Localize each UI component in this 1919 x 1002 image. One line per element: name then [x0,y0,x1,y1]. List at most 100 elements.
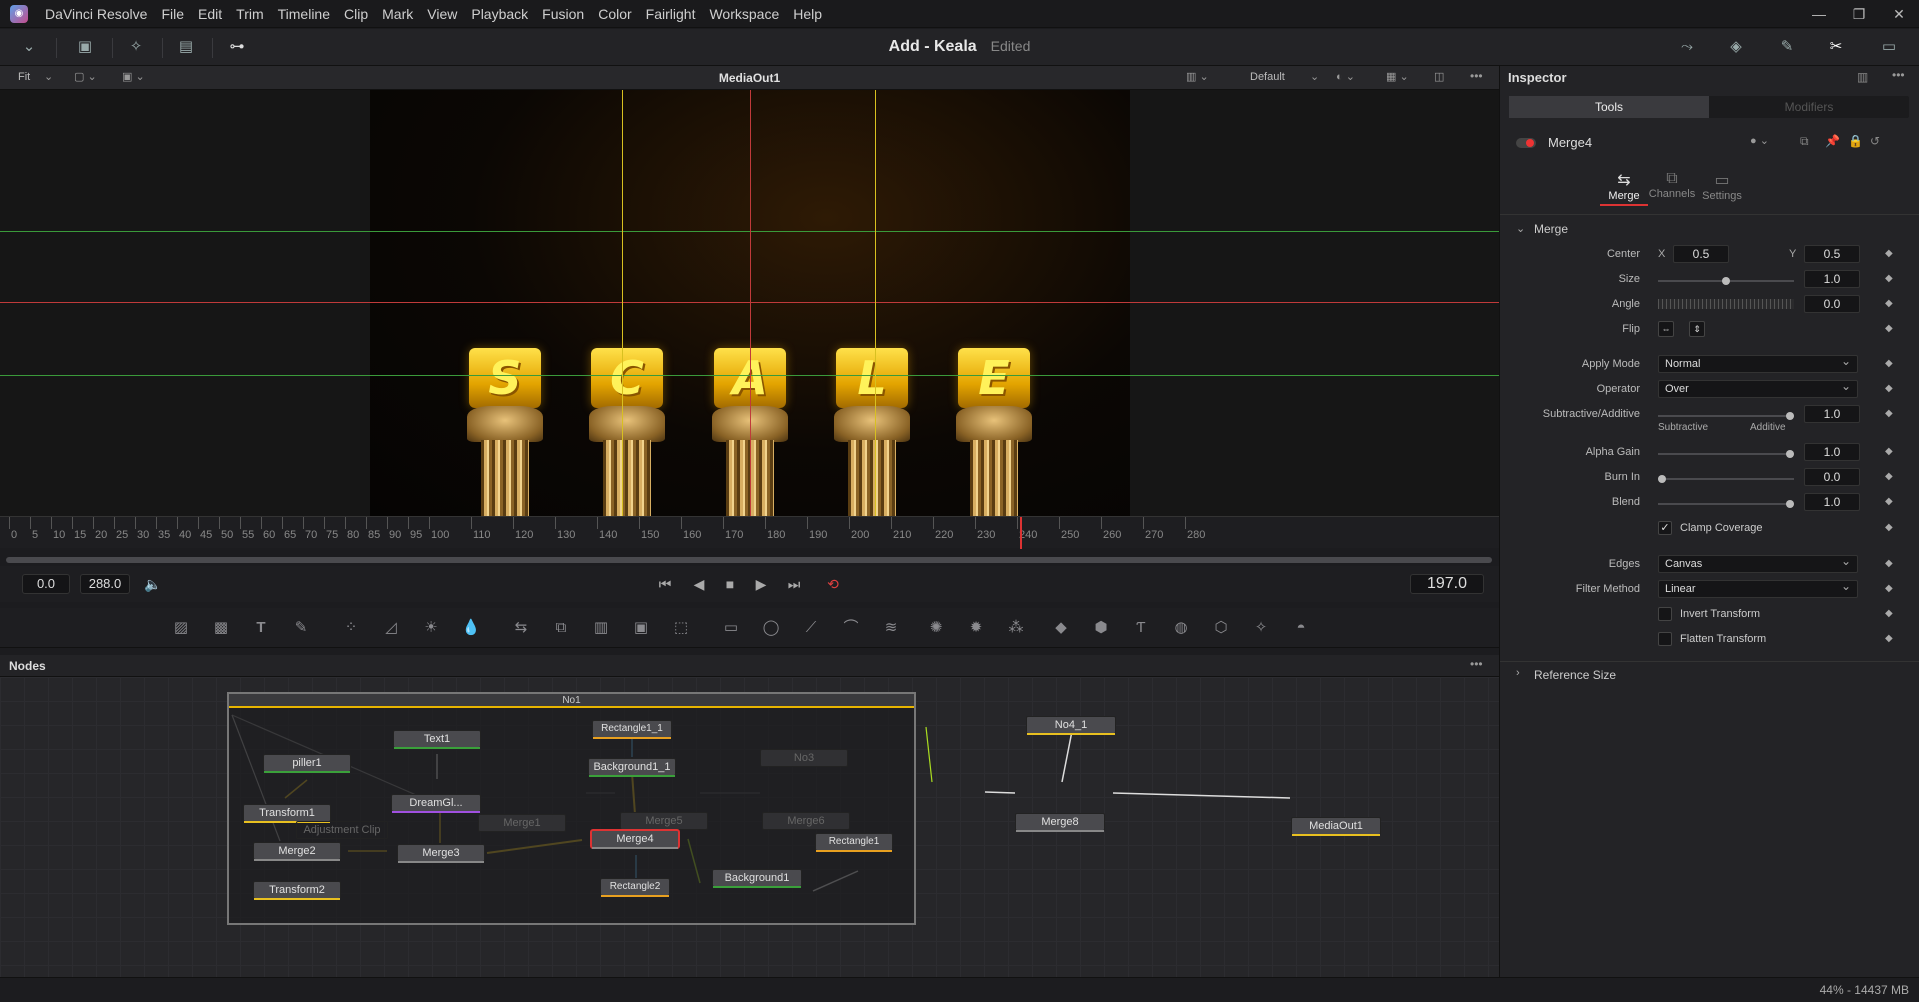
apply-mode-select[interactable]: Normal [1658,353,1858,373]
menu-fusion[interactable]: Fusion [535,0,591,28]
node-text1[interactable]: Text1 [393,730,481,749]
play-icon[interactable]: ▶ [751,574,771,594]
reset-icon[interactable]: ↺ [1870,134,1880,148]
stop-icon[interactable]: ■ [720,574,740,594]
filter-method-select[interactable]: Linear [1658,578,1858,598]
go-to-end-icon[interactable]: ⏭ [784,574,804,594]
transform-tool-icon[interactable]: ⬚ [670,618,692,638]
tab-tools[interactable]: Tools [1509,96,1709,118]
chevron-down-icon[interactable]: ⌄ [44,70,53,83]
node-no4-1[interactable]: No4_1 [1026,716,1116,735]
menu-edit[interactable]: Edit [191,0,229,28]
grid-icon[interactable]: ▦ ⌄ [1386,70,1409,83]
node-mediaout1[interactable]: MediaOut1 [1291,817,1381,836]
ellipse-mask-icon[interactable]: ◯ [760,618,782,638]
keyframe-icon[interactable]: ◆ [1885,446,1893,457]
current-time-field[interactable]: 197.0 [1410,574,1484,594]
render-start-field[interactable]: 0.0 [22,574,70,594]
subtab-merge[interactable]: ⇆ Merge [1600,170,1648,206]
spot-light-icon[interactable]: ◓ [1290,618,1312,638]
node-merge3[interactable]: Merge3 [397,844,485,863]
section-reference-size[interactable]: Reference Size [1534,668,1616,682]
keyframe-icon[interactable]: ◆ [1885,323,1893,334]
guide-line-vcenter[interactable] [750,90,751,516]
brightness-tool-icon[interactable]: ☀ [420,618,442,638]
viewer[interactable]: S C A L E [0,90,1499,516]
burn-in-field[interactable]: 0.0 [1804,468,1860,486]
burn-in-slider[interactable] [1658,475,1794,483]
playhead[interactable] [1020,517,1022,549]
size-slider[interactable] [1658,277,1794,285]
lock-icon[interactable]: 🔒 [1848,134,1863,148]
node-dreamglow[interactable]: DreamGl... [391,794,481,813]
merge3d-icon[interactable]: ⬢ [1090,618,1112,638]
node-transform2[interactable]: Transform2 [253,881,341,900]
menu-mark[interactable]: Mark [375,0,420,28]
keyframe-icon[interactable]: ◆ [1885,273,1893,284]
merge-tool-icon[interactable]: ⇆ [510,618,532,638]
more-icon[interactable]: ••• [1470,69,1483,83]
more-icon[interactable]: ••• [1470,657,1483,671]
edges-select[interactable]: Canvas [1658,553,1858,573]
renderer3d-icon[interactable]: ⬡ [1210,618,1232,638]
flip-vertical-icon[interactable]: ⇕ [1689,321,1705,337]
paint-tool-icon[interactable]: ✎ [290,618,312,638]
guide-line-right[interactable] [875,90,876,516]
chevron-down-icon[interactable]: ⌄ [1310,70,1319,83]
angle-thumbwheel[interactable] [1658,299,1794,309]
clips-icon[interactable]: ▤ [175,37,197,57]
section-merge[interactable]: Merge [1534,222,1568,236]
node-editor[interactable]: No1 Text1 piller1 Transform1 DreamGl... … [0,677,1499,977]
text3d-icon[interactable]: Ƭ [1130,618,1152,638]
background-tool-icon[interactable]: ▨ [170,618,192,638]
menu-file[interactable]: File [154,0,191,28]
maximize-icon[interactable]: ❐ [1839,0,1879,28]
alpha-gain-field[interactable]: 1.0 [1804,443,1860,461]
inspector-toggle-icon[interactable]: ✂ [1825,37,1847,57]
split-view-icon[interactable]: ◫ [1434,70,1444,83]
alpha-gain-slider[interactable] [1658,450,1794,458]
keyframe-icon[interactable]: ◆ [1885,358,1893,369]
subtab-settings[interactable]: ▭ Settings [1698,170,1746,202]
guide-line-left[interactable] [622,90,623,516]
render-end-field[interactable]: 288.0 [80,574,130,594]
size-field[interactable]: 1.0 [1804,270,1860,288]
loader-tool-icon[interactable]: ▩ [210,618,232,638]
dropdown-icon[interactable]: ⌄ [18,37,40,57]
layout-icon[interactable]: ▥ [1857,70,1868,84]
lut-select[interactable]: Default [1250,71,1285,83]
keyframe-icon[interactable]: ◆ [1885,298,1893,309]
spline-icon[interactable]: ⤳ [1676,37,1698,57]
subadd-field[interactable]: 1.0 [1804,405,1860,423]
curves-tool-icon[interactable]: ◿ [380,618,402,638]
keyframe-icon[interactable]: ◆ [1885,496,1893,507]
menu-timeline[interactable]: Timeline [271,0,337,28]
light3d-icon[interactable]: ✧ [1250,618,1272,638]
channel-booleans-icon[interactable]: ⧉ [550,618,572,638]
color-icon[interactable]: ◐ ⌄ [1336,70,1355,83]
keyframe-icon[interactable]: ◆ [1885,608,1893,619]
node-merge4[interactable]: Merge4 [591,830,679,849]
node-merge5[interactable]: Merge5 [620,812,708,830]
keyframe-icon[interactable]: ◆ [1885,408,1893,419]
overlay-icon[interactable]: ▢ ⌄ [74,70,97,83]
flatten-transform-checkbox[interactable] [1658,632,1672,646]
camera3d-icon[interactable]: ◍ [1170,618,1192,638]
roi-icon[interactable]: ▣ ⌄ [122,70,145,83]
blend-slider[interactable] [1658,500,1794,508]
text-tool-icon[interactable]: T [250,618,272,638]
fullscreen-icon[interactable]: ▭ [1878,37,1900,57]
invert-transform-checkbox[interactable] [1658,607,1672,621]
node-piller1[interactable]: piller1 [263,754,351,773]
node-no3[interactable]: No3 [760,749,848,767]
minimize-icon[interactable]: — [1799,0,1839,28]
nodes-icon[interactable]: ⊶ [226,37,248,57]
close-icon[interactable]: ✕ [1879,0,1919,28]
pin-icon[interactable]: 📌 [1825,134,1840,148]
node-background1-1[interactable]: Background1_1 [588,758,676,777]
chevron-right-icon[interactable]: › [1516,667,1520,679]
keyframe-icon[interactable]: ◆ [1885,471,1893,482]
chevron-down-icon[interactable]: ⌄ [1516,222,1525,235]
node-merge6[interactable]: Merge6 [762,812,850,830]
color-dot-icon[interactable]: ● ⌄ [1750,134,1769,147]
